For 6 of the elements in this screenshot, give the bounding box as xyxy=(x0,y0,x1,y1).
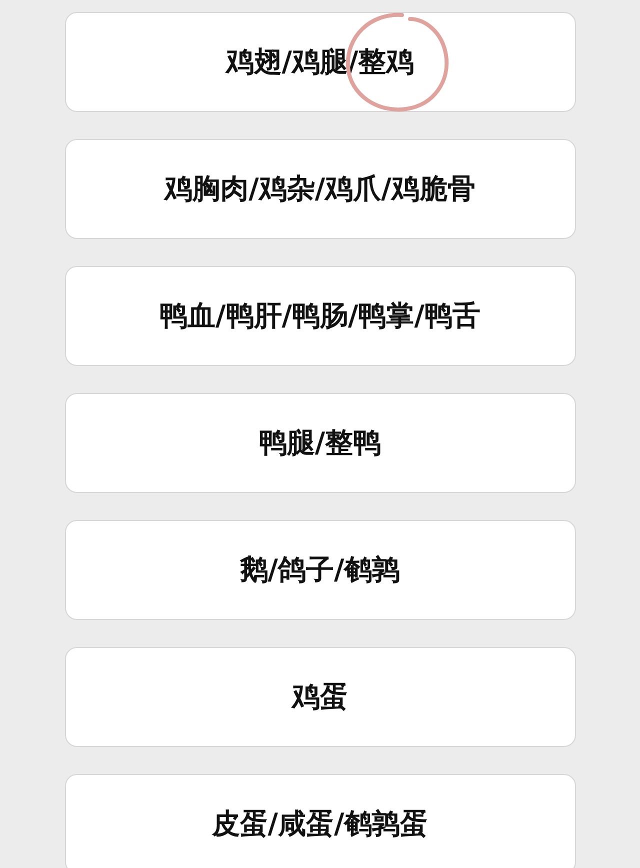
category-button[interactable]: 鸭血/鸭肝/鸭肠/鸭掌/鸭舌 xyxy=(64,266,576,366)
category-button[interactable]: 鸡蛋 xyxy=(64,647,576,747)
category-button[interactable]: 鹅/鸽子/鹌鹑 xyxy=(64,520,576,620)
category-button[interactable]: 鸭腿/整鸭 xyxy=(64,393,576,493)
category-button[interactable]: 皮蛋/咸蛋/鹌鹑蛋 xyxy=(64,774,576,868)
category-button[interactable]: 鸡胸肉/鸡杂/鸡爪/鸡脆骨 xyxy=(64,139,576,239)
